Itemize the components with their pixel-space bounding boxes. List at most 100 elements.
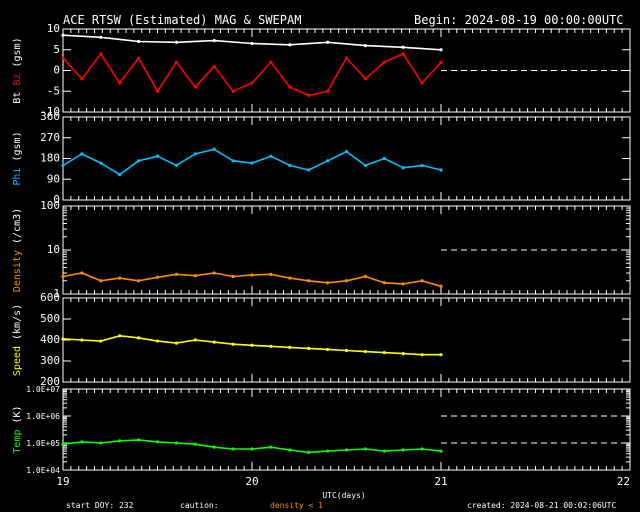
data-point-phi xyxy=(288,163,292,168)
data-point-bz xyxy=(174,60,178,64)
data-point-density xyxy=(174,272,178,276)
data-point-density xyxy=(155,275,160,279)
data-point-temp xyxy=(155,440,160,444)
data-point-temp xyxy=(137,438,141,442)
data-point-density xyxy=(193,274,197,278)
data-point-phi xyxy=(250,161,254,165)
data-point-phi xyxy=(401,166,405,170)
y-axis-label: Phi (gsm) xyxy=(12,131,23,185)
data-point-phi xyxy=(80,152,84,156)
data-point-density xyxy=(99,279,103,283)
data-point-speed xyxy=(61,337,65,341)
data-point-bz xyxy=(382,60,386,64)
y-tick-label: 300 xyxy=(40,354,60,367)
data-point-bz xyxy=(80,77,84,81)
data-point-speed xyxy=(326,347,330,352)
data-point-phi xyxy=(61,163,65,168)
ace-plot: ACE RTSW (Estimated) MAG & SWEPAM Begin:… xyxy=(0,0,640,512)
data-point-temp xyxy=(61,442,65,446)
data-point-speed xyxy=(137,336,141,340)
y-axis-label: Density (/cm3) xyxy=(12,208,23,292)
data-point-bt xyxy=(61,33,65,37)
data-point-density xyxy=(307,279,311,283)
plot-title: ACE RTSW (Estimated) MAG & SWEPAM xyxy=(63,13,301,27)
data-point-bz xyxy=(118,81,122,85)
data-point-phi xyxy=(382,156,386,161)
data-point-speed xyxy=(193,338,197,342)
background xyxy=(0,0,640,512)
start-doy: start DOY: 232 xyxy=(66,501,134,510)
data-point-density xyxy=(118,276,122,280)
data-point-bz xyxy=(269,60,273,64)
data-point-bt xyxy=(137,39,141,44)
data-point-phi xyxy=(231,159,235,163)
data-point-density xyxy=(344,279,349,283)
data-point-bz xyxy=(99,52,103,56)
data-point-bt xyxy=(99,35,103,39)
data-point-phi xyxy=(363,163,367,168)
y-tick-label: 400 xyxy=(40,333,60,346)
data-point-temp xyxy=(439,449,443,453)
data-point-bz xyxy=(307,93,311,97)
data-point-temp xyxy=(382,449,386,453)
data-point-temp xyxy=(80,440,84,444)
y-tick-label: 10 xyxy=(47,22,60,35)
data-point-temp xyxy=(174,441,178,445)
y-tick-label: 0 xyxy=(53,64,60,77)
data-point-density xyxy=(420,279,424,283)
data-point-temp xyxy=(231,447,235,451)
data-point-density xyxy=(250,273,254,277)
x-tick-label: 19 xyxy=(56,475,69,488)
density-note: density < 1 xyxy=(270,501,323,510)
data-point-temp xyxy=(118,439,122,443)
data-point-bz xyxy=(326,89,330,93)
data-point-speed xyxy=(212,340,216,344)
data-point-speed xyxy=(80,338,84,342)
data-point-bt xyxy=(326,40,330,44)
y-tick-label: 500 xyxy=(40,312,60,325)
data-point-density xyxy=(212,271,216,275)
data-point-bz xyxy=(344,56,349,60)
x-tick-label: 21 xyxy=(434,475,447,488)
y-tick-label: 270 xyxy=(40,131,60,144)
y-axis-label: Speed (km/s) xyxy=(12,304,23,376)
data-point-speed xyxy=(439,353,443,357)
data-point-phi xyxy=(155,154,160,158)
data-point-speed xyxy=(99,339,103,343)
data-point-bt xyxy=(363,44,367,48)
data-point-bz xyxy=(137,56,141,60)
data-point-bz xyxy=(401,52,405,56)
data-point-phi xyxy=(174,163,178,168)
y-tick-label: 600 xyxy=(40,291,60,304)
data-point-temp xyxy=(363,447,367,451)
y-tick-label: 5 xyxy=(53,43,60,56)
data-point-phi xyxy=(307,168,311,172)
data-point-bt xyxy=(212,39,216,43)
data-point-density xyxy=(269,272,273,276)
data-point-density xyxy=(363,274,367,279)
x-tick-label: 22 xyxy=(617,475,630,488)
data-point-bz xyxy=(155,89,160,93)
data-point-density xyxy=(382,281,386,285)
data-point-bz xyxy=(193,85,197,89)
data-point-density xyxy=(231,274,235,279)
data-point-phi xyxy=(212,147,216,151)
data-point-phi xyxy=(420,163,424,168)
data-point-phi xyxy=(269,154,273,158)
begin-time: Begin: 2024-08-19 00:00:00UTC xyxy=(414,13,624,27)
data-point-bz xyxy=(212,64,216,68)
y-tick-label: 100 xyxy=(40,199,60,212)
data-point-speed xyxy=(344,348,349,353)
y-tick-label: 1.0E+04 xyxy=(26,466,60,475)
data-point-temp xyxy=(212,445,216,449)
data-point-bz xyxy=(288,85,292,89)
data-point-density xyxy=(137,279,141,283)
y-tick-label: 10 xyxy=(47,243,60,256)
data-point-speed xyxy=(401,352,405,356)
data-point-speed xyxy=(363,349,367,354)
data-point-bz xyxy=(439,60,443,64)
data-point-bt xyxy=(439,48,443,52)
data-point-density xyxy=(288,276,292,280)
data-point-temp xyxy=(288,448,292,452)
y-axis-label: Bt Bz (gsm) xyxy=(12,37,23,103)
